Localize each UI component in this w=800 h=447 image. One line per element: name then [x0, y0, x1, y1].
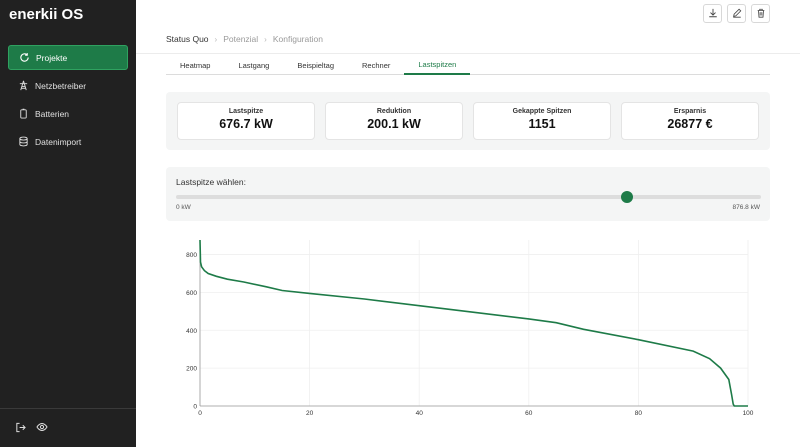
x-tick-label: 40 [416, 410, 424, 417]
x-tick-label: 80 [635, 410, 643, 417]
x-tick-label: 20 [306, 410, 314, 417]
y-tick-label: 0 [193, 404, 197, 411]
stat-value: 676.7 kW [219, 117, 273, 131]
refresh-icon [18, 52, 30, 64]
eye-icon[interactable] [34, 419, 50, 435]
trash-icon [756, 5, 766, 23]
y-tick-label: 800 [186, 252, 197, 259]
x-tick-label: 60 [525, 410, 533, 417]
stat-label: Reduktion [376, 108, 412, 115]
stat-value: 1151 [528, 117, 556, 131]
stat-card-lastspitze: Lastspitze 676.7 kW [177, 102, 315, 140]
y-tick-label: 400 [186, 328, 197, 335]
sidebar-item-label: Batterien [35, 108, 70, 119]
sidebar-footer-divider [0, 408, 136, 409]
tab-heatmap[interactable]: Heatmap [166, 55, 224, 75]
y-tick-label: 200 [186, 366, 197, 373]
breadcrumb-status-quo[interactable]: Status Quo [166, 34, 209, 44]
x-tick-label: 0 [198, 410, 202, 417]
chevron-right-icon: › [264, 34, 267, 44]
y-tick-label: 600 [186, 290, 197, 297]
sidebar-item-datenimport[interactable]: Datenimport [8, 129, 128, 154]
sidebar-item-batterien[interactable]: Batterien [8, 101, 128, 126]
chevron-right-icon: › [214, 34, 218, 44]
sidebar-item-label: Netzbetreiber [35, 80, 87, 91]
header-divider [136, 53, 800, 54]
breadcrumb-potenzial[interactable]: Potenzial [223, 34, 258, 44]
stat-label: Lastspitze [228, 108, 264, 115]
slider-thumb[interactable] [621, 191, 634, 203]
download-icon [708, 5, 718, 23]
sidebar-item-label: Datenimport [35, 136, 82, 147]
load-duration-chart: 0 200 400 600 800 0 20 40 60 80 100 [166, 232, 770, 422]
tab-bar: Heatmap Lastgang Beispieltag Rechner Las… [166, 55, 770, 75]
edit-button[interactable] [727, 4, 746, 23]
stat-label: Ersparnis [673, 108, 707, 115]
stat-card-ersparnis: Ersparnis 26877 € [621, 102, 759, 140]
delete-button[interactable] [751, 4, 770, 23]
lastspitze-slider[interactable] [176, 191, 761, 203]
breadcrumb-konfiguration[interactable]: Konfiguration [273, 34, 323, 44]
stats-panel: Lastspitze 676.7 kW Reduktion 200.1 kW G… [166, 92, 770, 150]
stat-value: 200.1 kW [367, 117, 421, 131]
sidebar-item-projekte[interactable]: Projekte [8, 45, 128, 70]
download-button[interactable] [703, 4, 722, 23]
app-logo: enerkii OS [9, 6, 84, 23]
sidebar-item-label: Projekte [36, 52, 68, 63]
sidebar-item-netzbetreiber[interactable]: Netzbetreiber [8, 73, 128, 98]
battery-icon [17, 108, 29, 120]
breadcrumb: Status Quo › Potenzial › Konfiguration [166, 34, 323, 44]
slider-max-label: 876.8 kW [732, 204, 760, 211]
logout-icon[interactable] [12, 419, 28, 435]
tower-icon [17, 80, 29, 92]
database-icon [17, 136, 29, 148]
stat-card-gekappte-spitzen: Gekappte Spitzen 1151 [473, 102, 611, 140]
stat-value: 26877 € [667, 117, 713, 131]
tab-lastgang[interactable]: Lastgang [224, 55, 283, 75]
stat-card-reduktion: Reduktion 200.1 kW [325, 102, 463, 140]
slider-min-label: 0 kW [176, 204, 191, 211]
chart-svg: 0 200 400 600 800 0 20 40 60 80 100 [186, 239, 754, 417]
slider-title: Lastspitze wählen: [176, 177, 246, 187]
edit-icon [732, 5, 742, 23]
tab-beispieltag[interactable]: Beispieltag [283, 55, 348, 75]
sidebar: enerkii OS Projekte Netzbetreiber Batter… [0, 0, 136, 447]
tab-rechner[interactable]: Rechner [348, 55, 404, 75]
slider-panel: Lastspitze wählen: 0 kW 876.8 kW [166, 167, 770, 221]
stat-label: Gekappte Spitzen [512, 108, 572, 115]
x-tick-label: 100 [743, 410, 754, 417]
tab-lastspitzen[interactable]: Lastspitzen [404, 55, 471, 75]
series-line [199, 239, 748, 407]
